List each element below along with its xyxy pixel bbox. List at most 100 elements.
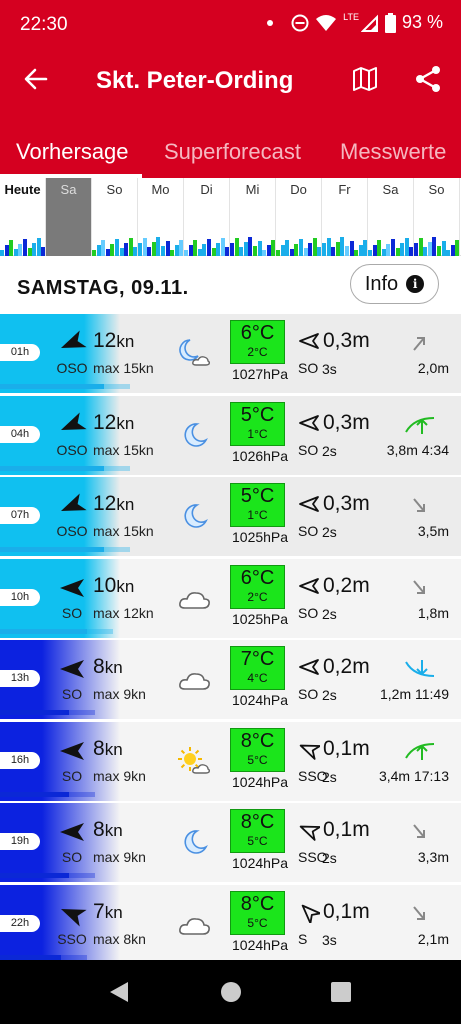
day-label: Do — [290, 182, 307, 197]
day-tab-0[interactable]: Heute — [0, 178, 46, 256]
info-button-label: Info — [364, 272, 399, 295]
temperature-min: 2°C — [247, 345, 268, 359]
forecast-row[interactable]: 13h SO 8kn max 9kn 7°C 4°C 1024hPa 0,2m SO 2s 1,2m… — [0, 640, 461, 721]
day-tab-2[interactable]: So — [92, 178, 138, 256]
tide-arrow-down-right-icon — [404, 577, 436, 599]
wave-height: 0,1m — [323, 818, 370, 842]
day-label: Fr — [338, 182, 351, 197]
wave-height-unit: m — [352, 573, 370, 597]
wind-speed: 7kn — [93, 900, 123, 924]
back-arrow-icon[interactable] — [22, 65, 50, 93]
wave-direction: S — [298, 930, 308, 947]
nav-back-icon[interactable] — [108, 980, 130, 1004]
wave-period: 2s — [322, 442, 337, 459]
wind-direction: OSO — [56, 441, 88, 458]
temperature-min: 1°C — [247, 426, 268, 441]
date-header: SAMSTAG, 09.11. Info i — [0, 256, 461, 314]
wind-speed-value: 10 — [93, 573, 117, 597]
info-button[interactable]: Info i — [350, 264, 439, 304]
wave-direction-arrow-icon — [299, 659, 319, 675]
wind-speed-unit: kn — [116, 576, 135, 596]
wave-height: 0,1m — [323, 737, 370, 761]
forecast-row[interactable]: 10h SO 10kn max 12kn 6°C 2°C 1025hPa 0,2m SO 2s 1,… — [0, 558, 461, 640]
day-wind-sparkline — [92, 230, 138, 256]
moon-icon — [176, 418, 212, 454]
wave-direction-arrow-icon — [301, 904, 320, 923]
day-tab-8[interactable]: Sa — [368, 178, 414, 256]
wave-height-unit: m — [352, 655, 370, 678]
temperature: 8°C — [240, 729, 275, 752]
temperature: 8°C — [240, 811, 275, 833]
day-tab-7[interactable]: Fr — [322, 178, 368, 256]
tab-superforecast[interactable]: Superforecast — [164, 139, 301, 165]
wind-speed-value: 7 — [93, 899, 105, 923]
forecast-row[interactable]: 22h SSO 7kn max 8kn 8°C 5°C 1024hPa 0,1m S 3s 2,1m — [0, 884, 461, 966]
sun-cloud-icon — [176, 744, 212, 780]
wave-height: 0,3m — [323, 492, 370, 516]
forecast-row[interactable]: 16h SO 8kn max 9kn 8°C 5°C 1024hPa 0,1m SSO 2s 3,4… — [0, 721, 461, 803]
temperature: 7°C — [240, 648, 275, 670]
wave-period: 3s — [322, 931, 337, 948]
tab-vorhersage[interactable]: Vorhersage — [16, 139, 129, 165]
share-icon[interactable] — [414, 65, 442, 93]
tide-arrow-up-right-icon — [404, 332, 436, 354]
wind-speed-unit: kn — [104, 658, 123, 677]
high-tide-icon — [404, 740, 436, 762]
wind-bar — [0, 710, 69, 715]
wave-direction-arrow-icon — [299, 825, 320, 841]
wind-direction-arrow-icon — [60, 741, 84, 760]
pressure: 1024hPa — [232, 773, 289, 790]
nav-home-icon[interactable] — [220, 981, 242, 1003]
wifi-icon — [316, 14, 337, 31]
wind-direction: OSO — [56, 360, 88, 376]
status-bar: 22:30 LTE 93 % — [0, 0, 461, 50]
cloud-icon — [176, 907, 212, 943]
day-tab-4[interactable]: Di — [184, 178, 230, 256]
wind-direction: SO — [61, 849, 83, 865]
wind-speed: 12kn — [93, 329, 134, 353]
wind-speed: 10kn — [93, 574, 134, 598]
temperature-box: 6°C 2°C — [230, 564, 285, 609]
tide-info: 3,8m 4:34 — [386, 441, 449, 458]
forecast-row[interactable]: 01h OSO 12kn max 15kn 6°C 2°C 1027hPa 0,3m SO 3s 2… — [0, 314, 461, 395]
tide-arrow-down-right-icon — [404, 495, 436, 517]
day-tab-9[interactable]: So — [414, 178, 460, 256]
wind-bar — [0, 873, 69, 878]
day-wind-sparkline — [414, 230, 460, 256]
day-tab-5[interactable]: Mi — [230, 178, 276, 256]
temperature-box: 8°C 5°C — [230, 809, 285, 853]
tab-messwerte[interactable]: Messwerte — [340, 139, 446, 165]
tide-info: 2,1m — [417, 930, 449, 947]
tide-arrow-down-right-icon — [404, 903, 436, 925]
gust-max: max 9kn — [93, 767, 146, 784]
day-wind-sparkline — [368, 230, 414, 256]
forecast-row[interactable]: 07h OSO 12kn max 15kn 5°C 1°C 1025hPa 0,3m SO 2s 3… — [0, 477, 461, 558]
wind-speed-unit: kn — [116, 332, 135, 351]
day-tab-6[interactable]: Do — [276, 178, 322, 256]
tide-info: 3,5m — [417, 523, 449, 539]
forecast-row[interactable]: 19h SO 8kn max 9kn 8°C 5°C 1024hPa 0,1m SSO 2s 3,3… — [0, 803, 461, 884]
status-time: 22:30 — [20, 14, 68, 35]
day-tab-3[interactable]: Mo — [138, 178, 184, 256]
wave-direction: SO — [298, 686, 319, 702]
forecast-row[interactable]: 04h OSO 12kn max 15kn 5°C 1°C 1026hPa 0,3m SO 2s 3… — [0, 395, 461, 477]
map-icon[interactable] — [352, 66, 378, 92]
wind-direction: OSO — [56, 523, 88, 539]
lte-label: LTE — [343, 11, 359, 22]
wave-height-value: 0,1 — [323, 899, 353, 923]
pressure: 1024hPa — [232, 936, 289, 953]
wave-height-unit: m — [352, 818, 370, 841]
wave-height: 0,3m — [323, 329, 370, 353]
day-tab-1[interactable]: Sa — [46, 178, 92, 256]
gust-max: max 9kn — [93, 849, 146, 865]
wave-height-unit: m — [352, 329, 370, 352]
app-bar: Skt. Peter-Ording — [0, 50, 461, 112]
pressure: 1027hPa — [232, 366, 289, 382]
cloud-icon — [176, 581, 212, 617]
tide-info: 3,3m — [417, 849, 449, 865]
temperature-box: 6°C 2°C — [230, 320, 285, 364]
nav-recents-icon[interactable] — [331, 982, 351, 1002]
gust-max: max 15kn — [93, 360, 154, 376]
day-wind-sparkline — [322, 230, 368, 256]
temperature: 8°C — [240, 892, 275, 915]
